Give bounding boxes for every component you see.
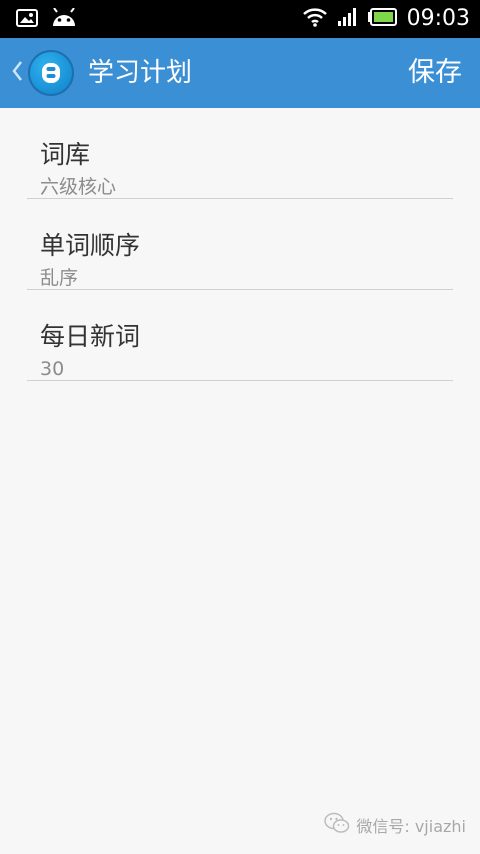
- battery-icon: [367, 8, 397, 30]
- setting-title: 每日新词: [40, 322, 141, 351]
- watermark: 微信号: vjiazhi: [324, 812, 466, 838]
- app-logo-icon: [28, 50, 74, 96]
- setting-value: 六级核心: [40, 176, 117, 198]
- page-title: 学习计划: [88, 58, 193, 88]
- android-icon: [50, 7, 78, 32]
- setting-item-daily-new-words[interactable]: 每日新词 30: [27, 290, 453, 381]
- setting-value: 30: [40, 358, 65, 380]
- save-button[interactable]: 保存: [408, 38, 462, 108]
- wifi-icon: [302, 7, 327, 31]
- setting-title: 单词顺序: [40, 231, 141, 260]
- status-bar: 09:03: [0, 0, 480, 38]
- signal-icon: [337, 7, 357, 31]
- setting-value: 乱序: [40, 267, 79, 289]
- back-button[interactable]: [10, 46, 74, 100]
- image-notification-icon: [16, 9, 38, 31]
- status-right-icons: 09:03: [302, 4, 470, 34]
- action-bar: 学习计划 保存: [0, 38, 480, 108]
- status-time: 09:03: [406, 6, 470, 31]
- wechat-icon: [324, 812, 350, 838]
- settings-list: 词库 六级核心 单词顺序 乱序 每日新词 30: [27, 108, 453, 381]
- setting-item-word-order[interactable]: 单词顺序 乱序: [27, 199, 453, 290]
- setting-title: 词库: [40, 140, 91, 169]
- status-left-icons: [16, 7, 78, 32]
- watermark-text: 微信号: vjiazhi: [356, 817, 466, 836]
- setting-item-vocabulary[interactable]: 词库 六级核心: [27, 108, 453, 199]
- chevron-left-icon: [10, 59, 28, 87]
